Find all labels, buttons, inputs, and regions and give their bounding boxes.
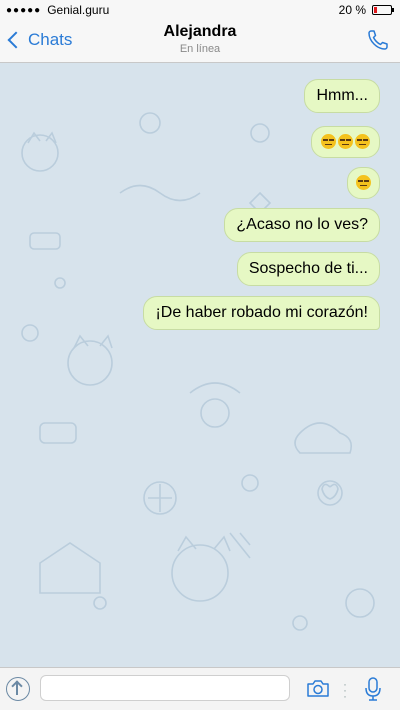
expressionless-face-icon (338, 134, 353, 150)
status-right: 20 % (338, 3, 394, 17)
message-bubble[interactable]: ¡De haber robado mi corazón! (143, 296, 380, 330)
message-bubble[interactable]: ¿Acaso no lo ves? (224, 208, 380, 242)
microphone-icon[interactable] (364, 676, 382, 702)
status-bar: ●●●●● Genial.guru 20 % (0, 0, 400, 20)
message-text: ¿Acaso no lo ves? (236, 216, 368, 233)
message-bubble[interactable] (311, 126, 380, 158)
message-text: Hmm... (316, 87, 368, 104)
carrier-name: Genial.guru (47, 3, 110, 17)
separator: · · · (343, 677, 347, 703)
message-bubble[interactable] (347, 167, 380, 199)
phone-icon[interactable] (366, 28, 390, 52)
contact-status: En línea (179, 43, 221, 55)
chat-header: Chats Alejandra En línea (0, 20, 400, 63)
message-input[interactable] (40, 675, 290, 701)
message-bubble[interactable]: Hmm... (304, 79, 380, 113)
battery-percent: 20 % (338, 3, 366, 17)
battery-icon (372, 5, 394, 15)
message-bubble[interactable]: Sospecho de ti... (236, 252, 380, 286)
expressionless-face-icon (356, 175, 371, 191)
chat-area[interactable]: Hmm... ¿Acaso no lo ves? Sospecho de ti.… (0, 63, 400, 668)
attach-icon[interactable] (6, 677, 30, 701)
message-text: Sospecho de ti... (248, 260, 368, 277)
expressionless-face-icon (321, 134, 336, 150)
contact-name: Alejandra (163, 23, 237, 40)
expressionless-face-icon (355, 134, 370, 150)
message-text: ¡De haber robado mi corazón! (155, 304, 368, 321)
contact-info[interactable]: Alejandra En línea (0, 23, 400, 55)
signal-icon: ●●●●● (6, 4, 42, 16)
battery-fill (374, 7, 377, 13)
status-left: ●●●●● Genial.guru (6, 3, 109, 17)
camera-icon[interactable] (306, 679, 330, 698)
input-bar: · · · (0, 667, 400, 710)
